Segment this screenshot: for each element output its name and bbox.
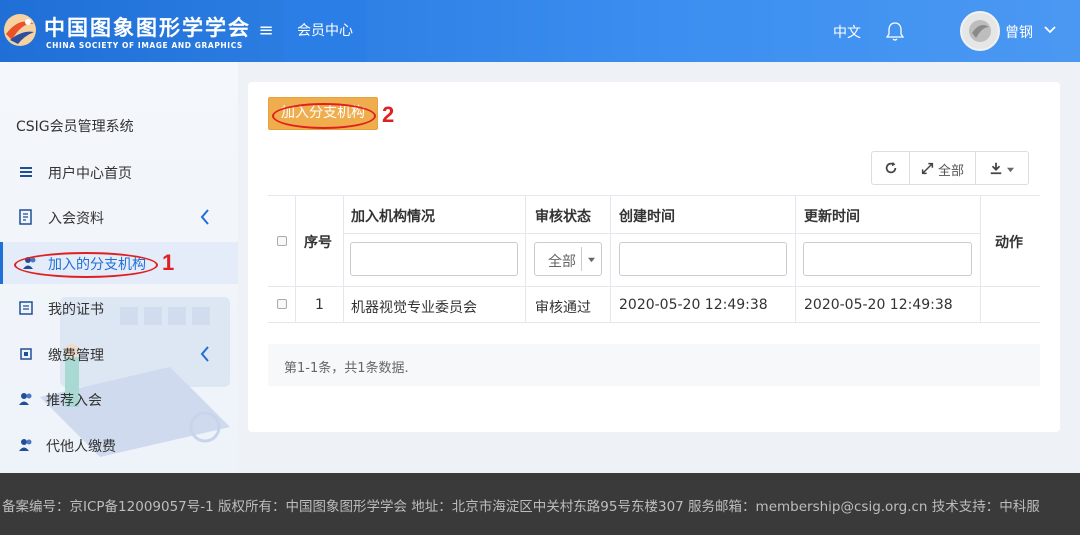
fullscreen-label: 全部	[938, 164, 965, 179]
nav-member-center[interactable]: 会员中心	[284, 0, 366, 62]
caret-down-icon	[588, 257, 595, 263]
annotation-number: 2	[382, 102, 395, 127]
document-icon	[19, 209, 32, 225]
table-border	[343, 233, 980, 234]
created-filter-input[interactable]	[619, 242, 787, 276]
payment-icon	[20, 348, 32, 360]
avatar-logo-icon	[969, 20, 991, 42]
sidebar-item-label: 用户中心首页	[48, 166, 132, 182]
header-org[interactable]: 加入机构情况	[351, 206, 435, 226]
cell-updated: 2020-05-20 12:49:38	[804, 297, 953, 313]
sidebar-item-membership-info[interactable]: 入会资料	[0, 196, 238, 238]
avatar[interactable]	[960, 11, 1000, 51]
select-divider	[581, 247, 582, 271]
header-created[interactable]: 创建时间	[619, 206, 675, 226]
caret-down-icon	[1007, 167, 1014, 173]
export-button[interactable]	[976, 152, 1028, 184]
column-divider	[525, 196, 526, 322]
sidebar-item-certificate[interactable]: 我的证书	[0, 287, 238, 329]
sidebar-item-label: 推荐入会	[46, 393, 102, 409]
column-divider	[795, 196, 796, 322]
export-icon	[990, 162, 1002, 175]
select-all-checkbox[interactable]	[277, 236, 287, 246]
table-border	[268, 286, 1040, 287]
cell-index: 1	[315, 297, 324, 313]
csig-emblem-icon	[4, 14, 36, 46]
menu-toggle-icon[interactable]: ≡	[256, 19, 276, 43]
sidebar-item-label: 代他人缴费	[46, 439, 116, 455]
list-icon	[20, 167, 32, 177]
sidebar-item-recommend[interactable]: 推荐入会	[0, 378, 238, 420]
column-divider	[295, 196, 296, 322]
chevron-left-icon[interactable]	[198, 207, 212, 227]
header-index[interactable]: 序号	[304, 232, 332, 252]
footer: 备案编号：京ICP备12009057号-1 版权所有：中国图象图形学学会 地址：…	[0, 473, 1080, 535]
column-divider	[980, 196, 981, 322]
pagination-summary: 第1-1条，共1条数据.	[268, 344, 1040, 386]
language-switch[interactable]: 中文	[833, 22, 861, 42]
users-icon	[19, 393, 32, 405]
annotation-ellipse	[14, 252, 158, 278]
system-title: CSIG会员管理系统	[16, 119, 134, 135]
csig-logo[interactable]: 中国图象图形学学会 CHINA SOCIETY OF IMAGE AND GRA…	[2, 10, 249, 54]
logo-subtitle: CHINA SOCIETY OF IMAGE AND GRAPHICS	[46, 41, 243, 50]
org-filter-input[interactable]	[350, 242, 518, 276]
status-filter-select[interactable]: 全部	[534, 242, 602, 276]
chevron-left-icon[interactable]	[198, 344, 212, 364]
header-updated[interactable]: 更新时间	[804, 206, 860, 226]
top-header: 中国图象图形学学会 CHINA SOCIETY OF IMAGE AND GRA…	[0, 0, 1080, 62]
users-icon	[19, 439, 32, 451]
expand-icon	[921, 162, 934, 175]
logo-title: 中国图象图形学学会	[44, 15, 251, 40]
cell-org: 机器视觉专业委员会	[351, 300, 477, 316]
header-status[interactable]: 审核状态	[535, 206, 591, 226]
cell-status: 审核通过	[535, 300, 591, 316]
refresh-icon	[885, 161, 897, 174]
cell-created: 2020-05-20 12:49:38	[619, 297, 768, 313]
sidebar-item-pay-for-others[interactable]: 代他人缴费	[0, 424, 238, 466]
refresh-button[interactable]	[872, 152, 910, 184]
column-divider	[610, 196, 611, 322]
updated-filter-input[interactable]	[803, 242, 972, 276]
sidebar-item-label: 我的证书	[48, 302, 104, 318]
fullscreen-button[interactable]: 全部	[910, 152, 976, 184]
sidebar-item-label: 缴费管理	[48, 348, 104, 364]
status-filter-value: 全部	[548, 254, 576, 270]
sidebar-item-payments[interactable]: 缴费管理	[0, 333, 238, 375]
annotation-number: 1	[162, 250, 175, 275]
certificate-icon	[19, 301, 33, 315]
footer-text: 备案编号：京ICP备12009057号-1 版权所有：中国图象图形学学会 地址：…	[2, 499, 1040, 515]
sidebar-item-home[interactable]: 用户中心首页	[0, 151, 238, 193]
chevron-down-icon[interactable]	[1042, 22, 1058, 38]
annotation-ellipse	[272, 103, 376, 129]
row-checkbox[interactable]	[277, 299, 287, 309]
table-border	[268, 322, 1040, 323]
table-toolbar: 全部	[871, 151, 1029, 185]
header-action: 动作	[995, 235, 1023, 251]
sidebar-item-label: 入会资料	[48, 211, 104, 227]
bell-icon[interactable]	[884, 20, 906, 42]
column-divider	[343, 196, 344, 322]
pagination-text: 第1-1条，共1条数据.	[284, 361, 409, 376]
username[interactable]: 曾钢	[1005, 22, 1033, 42]
table-border	[268, 195, 1040, 196]
